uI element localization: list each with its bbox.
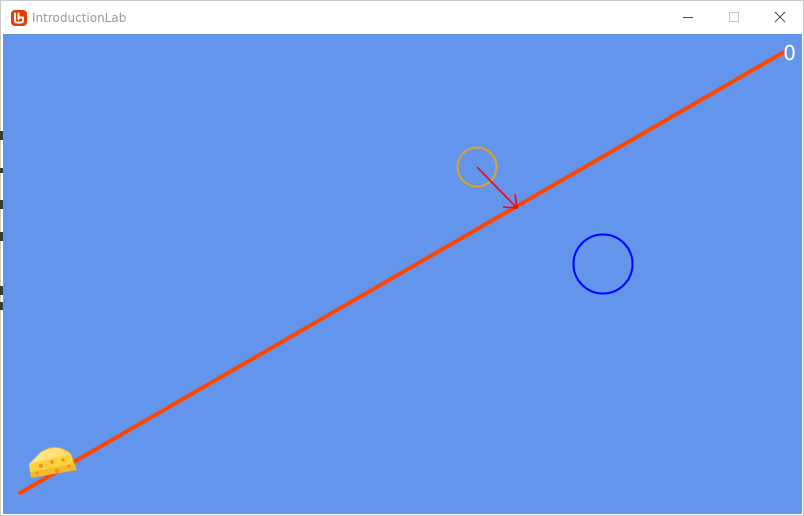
app-window: IntroductionLab 0 <box>0 0 804 516</box>
maximize-button[interactable] <box>711 1 757 33</box>
title-bar[interactable]: IntroductionLab <box>1 1 803 33</box>
background-edge-mark <box>0 131 3 140</box>
velocity-arrow <box>476 166 518 209</box>
background-edge-mark <box>0 200 3 209</box>
window-title: IntroductionLab <box>32 11 127 25</box>
background-edge-mark <box>0 168 3 173</box>
background-edge-mark <box>0 232 3 241</box>
target-circle <box>572 233 634 295</box>
score-counter: 0 <box>783 41 796 65</box>
background-edge-mark <box>0 286 3 295</box>
game-viewport[interactable]: 0 <box>3 34 802 514</box>
maximize-icon <box>729 12 739 22</box>
minimize-icon <box>683 17 693 18</box>
minimize-button[interactable] <box>665 1 711 33</box>
cheese-icon <box>29 447 77 478</box>
background-edge-mark <box>0 302 3 310</box>
ramp-line <box>18 50 786 495</box>
close-button[interactable] <box>757 1 803 33</box>
close-icon <box>774 11 786 23</box>
game-scene <box>18 50 786 495</box>
monogame-logo-icon <box>11 10 27 26</box>
